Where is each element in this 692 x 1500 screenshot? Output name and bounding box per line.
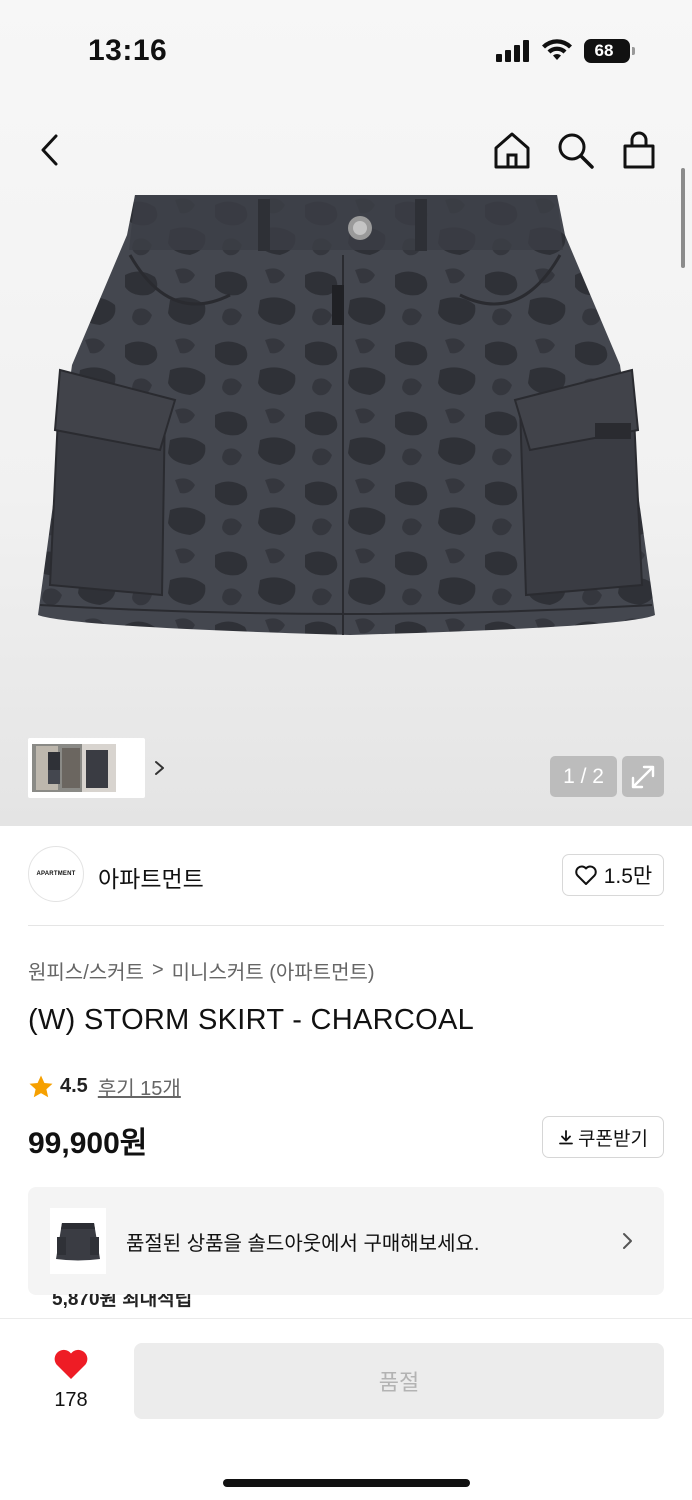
breadcrumb: 원피스/스커트 > 미니스커트 (아파트먼트)	[28, 956, 375, 985]
home-indicator[interactable]	[223, 1479, 470, 1487]
status-bar: 13:16 68	[0, 0, 692, 100]
page-scrollbar[interactable]	[681, 168, 685, 268]
product-gallery[interactable]: 13:16 68 1 / 2	[0, 0, 692, 826]
brand-row[interactable]: APARTMENT 아파트먼트 1.5만	[28, 846, 664, 906]
divider	[28, 925, 664, 926]
cart-button[interactable]	[615, 126, 663, 174]
chevron-right-icon	[623, 1233, 632, 1249]
breadcrumb-subcategory[interactable]: 미니스커트 (아파트먼트)	[172, 956, 375, 985]
reviews-link[interactable]: 후기 15개	[98, 1072, 181, 1101]
back-button[interactable]	[26, 126, 74, 174]
brand-logo-text: APARTMENT	[36, 871, 76, 877]
breadcrumb-category[interactable]: 원피스/스커트	[28, 956, 144, 985]
brand-logo[interactable]: APARTMENT	[28, 846, 84, 902]
wishlist-count: 178	[54, 1389, 88, 1411]
soldout-thumbnail	[50, 1208, 106, 1274]
download-icon	[559, 1130, 573, 1145]
battery-cap	[632, 47, 635, 55]
points-text-label: 5,870원 최대적립	[52, 1294, 193, 1310]
star-icon	[29, 1075, 53, 1097]
top-nav	[0, 118, 692, 182]
wishlist-button[interactable]: 178	[40, 1347, 102, 1417]
home-button[interactable]	[488, 126, 536, 174]
bag-icon	[623, 131, 655, 169]
expand-icon	[631, 765, 655, 788]
product-title: (W) STORM SKIRT - CHARCOAL	[28, 1004, 475, 1036]
signal-icon	[496, 40, 532, 62]
status-time: 13:16	[88, 34, 168, 67]
rating-value: 4.5	[60, 1075, 88, 1097]
heart-outline-icon	[574, 865, 597, 885]
product-price: 99,900원	[28, 1127, 148, 1160]
buy-button[interactable]: 품절	[134, 1343, 664, 1419]
home-icon	[494, 132, 530, 169]
battery-icon: 68	[584, 39, 630, 63]
battery-level: 68	[594, 41, 614, 60]
coupon-button[interactable]: 쿠폰받기	[542, 1116, 664, 1158]
chevron-right-icon[interactable]	[150, 754, 170, 782]
product-image[interactable]	[30, 195, 662, 645]
thumbnail-1[interactable]	[32, 744, 84, 792]
points-text: 5,870원 최대적립	[52, 1294, 664, 1312]
search-button[interactable]	[551, 126, 599, 174]
soldout-banner[interactable]: 품절된 상품을 솔드아웃에서 구매해보세요.	[28, 1187, 664, 1295]
rating-row: 4.5 후기 15개	[28, 1072, 181, 1101]
thumbnail-2[interactable]	[82, 744, 116, 792]
wifi-icon	[542, 39, 572, 60]
heart-filled-icon	[54, 1349, 88, 1379]
expand-button[interactable]	[622, 756, 664, 797]
soldout-banner-text: 품절된 상품을 솔드아웃에서 구매해보세요.	[126, 1233, 480, 1255]
search-icon	[558, 133, 594, 169]
brand-like-count: 1.5만	[603, 865, 653, 888]
breadcrumb-separator: >	[151, 959, 164, 981]
thumbnail-strip[interactable]	[28, 738, 164, 798]
back-icon	[41, 134, 58, 166]
image-counter: 1 / 2	[550, 756, 617, 797]
brand-name[interactable]: 아파트먼트	[98, 860, 204, 894]
coupon-label: 쿠폰받기	[578, 1128, 648, 1150]
brand-like-button[interactable]: 1.5만	[562, 854, 664, 896]
bottom-action-bar: 178 품절	[0, 1318, 692, 1500]
